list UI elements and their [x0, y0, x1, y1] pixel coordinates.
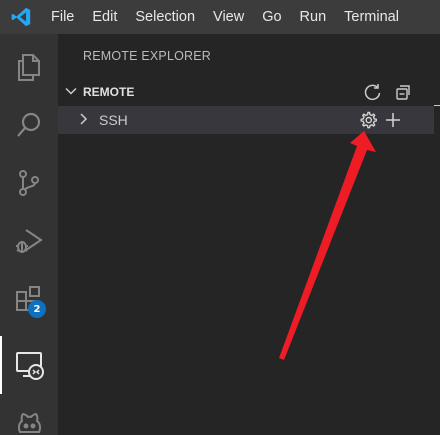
refresh-icon[interactable] [363, 82, 383, 106]
activity-extensions[interactable]: 2 [0, 270, 58, 328]
activity-explorer[interactable] [0, 38, 58, 96]
debug-icon [16, 229, 43, 253]
activity-github[interactable] [0, 394, 58, 435]
tree-item-label: SSH [99, 112, 128, 128]
panel-edge-divider [434, 105, 440, 106]
gear-icon[interactable] [358, 110, 378, 134]
source-control-icon [19, 170, 39, 196]
menu-edit[interactable]: Edit [83, 0, 126, 34]
section-header-remote[interactable]: REMOTE [58, 79, 440, 105]
menu-bar: File Edit Selection View Go Run Terminal [0, 0, 440, 34]
chevron-down-icon [65, 87, 77, 95]
activity-search[interactable] [0, 96, 58, 154]
collapse-all-icon[interactable] [393, 82, 413, 106]
vscode-logo-icon [0, 0, 42, 34]
menu-view[interactable]: View [204, 0, 253, 34]
menu-file[interactable]: File [42, 0, 83, 34]
tree-item-ssh[interactable]: SSH [58, 106, 434, 134]
github-icon [17, 412, 42, 433]
extensions-badge: 2 [28, 300, 46, 318]
menu-terminal[interactable]: Terminal [335, 0, 408, 34]
menu-go[interactable]: Go [253, 0, 290, 34]
activity-source-control[interactable] [0, 154, 58, 212]
activity-bar: 2 [0, 34, 58, 435]
add-icon[interactable] [383, 110, 403, 134]
remote-explorer-icon [16, 352, 44, 380]
menu-run[interactable]: Run [291, 0, 336, 34]
files-icon [18, 54, 40, 81]
activity-remote-explorer[interactable] [0, 336, 58, 394]
sidebar-title: REMOTE EXPLORER [83, 49, 212, 63]
menu-selection[interactable]: Selection [126, 0, 204, 34]
sidebar-remote-explorer: REMOTE EXPLORER REMOTE SSH [58, 34, 440, 435]
search-icon [17, 112, 41, 137]
chevron-right-icon [80, 113, 88, 125]
section-label: REMOTE [83, 85, 135, 99]
activity-run-and-debug[interactable] [0, 212, 58, 270]
